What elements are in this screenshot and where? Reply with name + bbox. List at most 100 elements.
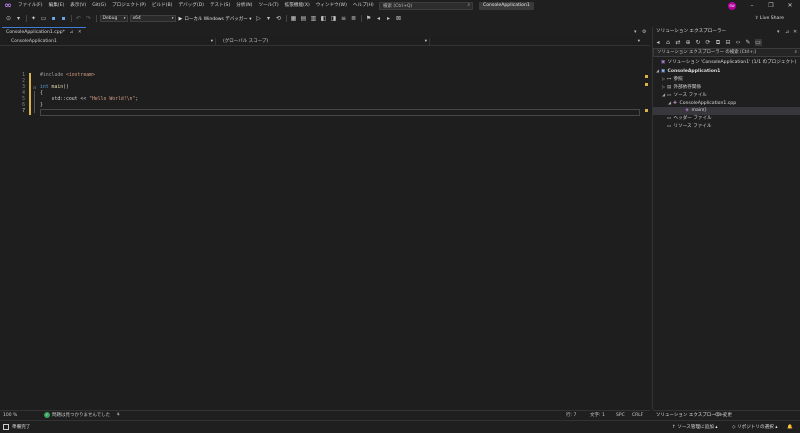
menu-build[interactable]: ビルド(B): [149, 0, 176, 12]
solution-explorer-search[interactable]: ソリューション エクスプローラー の検索 (Ctrl+;) ⌕: [653, 48, 800, 57]
menu-project[interactable]: プロジェクト(P): [109, 0, 149, 12]
output-icon[interactable]: [3, 424, 9, 430]
collapse-all-icon[interactable]: ⊟: [725, 39, 732, 46]
line-indicator[interactable]: 行: 7: [566, 411, 576, 420]
menu-edit[interactable]: 編集(E): [46, 0, 68, 12]
bookmark-prev-icon[interactable]: ◂: [375, 15, 382, 22]
tabs-dropdown-icon[interactable]: ▾: [634, 28, 637, 36]
chevron-down-icon: ▾: [210, 39, 213, 44]
menu-help[interactable]: ヘルプ(H): [350, 0, 377, 12]
menu-file[interactable]: ファイル(F): [15, 0, 46, 12]
redo-icon[interactable]: ↷: [85, 15, 92, 22]
chevron-down-icon[interactable]: ▾: [777, 27, 780, 37]
navigate-back-icon[interactable]: ⊙: [5, 15, 12, 22]
toolbar-icon-f[interactable]: ≡: [340, 15, 347, 22]
select-repository-button[interactable]: ◇ リポジトリの選択 ▴: [732, 421, 778, 433]
code-editor[interactable]: 1 2 3 4 5 6 7 ⊟ #include <iostream> int …: [0, 47, 650, 407]
refresh-icon[interactable]: ⟳: [705, 39, 712, 46]
copy-icon[interactable]: ⧉: [715, 39, 722, 46]
toolbar-icon-a[interactable]: ▦: [290, 15, 297, 22]
toolbar-icon-b[interactable]: ▤: [300, 15, 307, 22]
menu-tools[interactable]: ツール(T): [255, 0, 281, 12]
menu-git[interactable]: Git(G): [89, 0, 109, 12]
start-debugging-button[interactable]: ▶ ローカル Windows デバッガー ▾: [179, 16, 252, 22]
visual-studio-logo-icon[interactable]: ∞: [3, 1, 13, 11]
undo-icon[interactable]: ↶: [75, 15, 82, 22]
close-icon[interactable]: ✕: [793, 27, 797, 37]
tree-item-source-files[interactable]: ◢ ▭ ソース ファイル: [653, 91, 800, 99]
restore-icon[interactable]: ❐: [761, 0, 781, 12]
new-project-icon[interactable]: ✦: [30, 15, 37, 22]
preview-icon[interactable]: ▭: [754, 38, 762, 46]
menu-extensions[interactable]: 拡張機能(X): [282, 0, 313, 12]
toolbar-icon-d[interactable]: ◧: [320, 15, 327, 22]
bookmark-next-icon[interactable]: ▸: [385, 15, 392, 22]
editor-scrollbar[interactable]: [642, 47, 650, 407]
search-icon: ⌕: [794, 50, 797, 55]
tree-item-header-files[interactable]: ▭ ヘッダー ファイル: [653, 115, 800, 123]
platform-select[interactable]: x64 ▾: [129, 15, 176, 22]
code-cleanup-icon[interactable]: ⚘: [116, 411, 120, 420]
start-without-debugging-icon[interactable]: ▷: [255, 15, 262, 22]
bookmark-icon[interactable]: ⚑: [365, 15, 372, 22]
tree-item-main-function[interactable]: ◈ main(): [653, 107, 800, 115]
whitespace-indicator[interactable]: SPC: [616, 411, 625, 420]
user-avatar[interactable]: SW: [728, 2, 736, 10]
scope-combo[interactable]: (グローバル スコープ) ▾: [220, 38, 430, 45]
line-ending-indicator[interactable]: CRLF: [632, 411, 643, 420]
tree-item-project[interactable]: ◢ ▣ ConsoleApplication1: [653, 67, 800, 75]
toolbar-icon-e[interactable]: ◨: [330, 15, 337, 22]
save-icon[interactable]: ▪: [50, 15, 57, 22]
gear-icon[interactable]: ⚙: [642, 28, 646, 36]
toolbar-icon-c[interactable]: ▥: [310, 15, 317, 22]
tree-item-solution[interactable]: ▣ ソリューション 'ConsoleApplication1' (1/1 のプロジ…: [653, 59, 800, 67]
menu-window[interactable]: ウィンドウ(W): [313, 0, 350, 12]
menu-test[interactable]: テスト(S): [207, 0, 233, 12]
tree-item-references[interactable]: ▷ ⊶ 参照: [653, 75, 800, 83]
global-search-input[interactable]: 検索 (Ctrl+Q) ⌕: [379, 2, 473, 10]
sync-icon[interactable]: ↻: [695, 39, 702, 46]
code-token: (): [63, 85, 69, 90]
zoom-level[interactable]: 100 %: [3, 411, 17, 420]
live-share-button[interactable]: ⇪ Live Share: [755, 13, 784, 24]
chevron-down-icon: ▾: [171, 16, 174, 20]
menu-analyze[interactable]: 分析(N): [233, 0, 255, 12]
menu-debug[interactable]: デバッグ(D): [175, 0, 207, 12]
project-combo[interactable]: ConsoleApplication1 ▾: [8, 38, 216, 45]
configuration-select[interactable]: Debug ▾: [99, 15, 128, 22]
toolbar-icon-g[interactable]: ≣: [350, 15, 357, 22]
collapse-icon[interactable]: ⊟: [33, 85, 36, 90]
chevron-down-icon[interactable]: ▾: [265, 15, 272, 22]
tree-item-resource-files[interactable]: ▭ リソース ファイル: [653, 123, 800, 131]
close-icon[interactable]: ✕: [780, 0, 800, 12]
pin-icon[interactable]: ⊿: [785, 27, 789, 37]
column-indicator[interactable]: 文字: 1: [590, 411, 605, 420]
tree-item-label: ソリューション 'ConsoleApplication1' (1/1 のプロジェ…: [667, 60, 797, 65]
member-combo[interactable]: ▾: [434, 38, 642, 45]
tree-item-cpp-file[interactable]: ◢ ✚ ConsoleApplication1.cpp: [653, 99, 800, 107]
document-tab[interactable]: ConsoleApplication1.cpp* ⊿ ✕: [2, 27, 86, 37]
platform-value: x64: [132, 16, 141, 21]
chevron-down-icon[interactable]: ▾: [15, 15, 22, 22]
issues-status[interactable]: 問題は見つかりませんでした: [52, 411, 110, 420]
pending-changes-icon[interactable]: ⊕: [685, 39, 692, 46]
properties-icon[interactable]: ✎: [745, 39, 752, 46]
tree-item-external-deps[interactable]: ▷ ▤ 外部依存関係: [653, 83, 800, 91]
add-to-source-control-button[interactable]: ↑ ソース管理に追加 ▴: [672, 421, 718, 433]
minimize-icon[interactable]: –: [742, 0, 762, 12]
save-all-icon[interactable]: ▪: [60, 15, 67, 22]
code-token: main: [48, 85, 64, 90]
tab-git-changes[interactable]: Git 変更: [713, 411, 734, 420]
hot-reload-icon[interactable]: ⟲: [275, 15, 282, 22]
show-all-files-icon[interactable]: ‹›: [735, 39, 742, 46]
close-tab-icon[interactable]: ✕: [78, 30, 82, 35]
bookmark-clear-icon[interactable]: ⊠: [395, 15, 402, 22]
no-issues-icon[interactable]: ✓: [44, 412, 50, 418]
notifications-icon[interactable]: 🔔: [787, 421, 793, 433]
open-folder-icon[interactable]: ▭: [40, 15, 47, 22]
back-icon[interactable]: ◂: [655, 39, 662, 46]
menu-view[interactable]: 表示(V): [67, 0, 89, 12]
home-icon[interactable]: ⌂: [665, 39, 672, 46]
pin-icon[interactable]: ⊿: [69, 30, 73, 35]
switch-views-icon[interactable]: ⇄: [675, 39, 682, 46]
